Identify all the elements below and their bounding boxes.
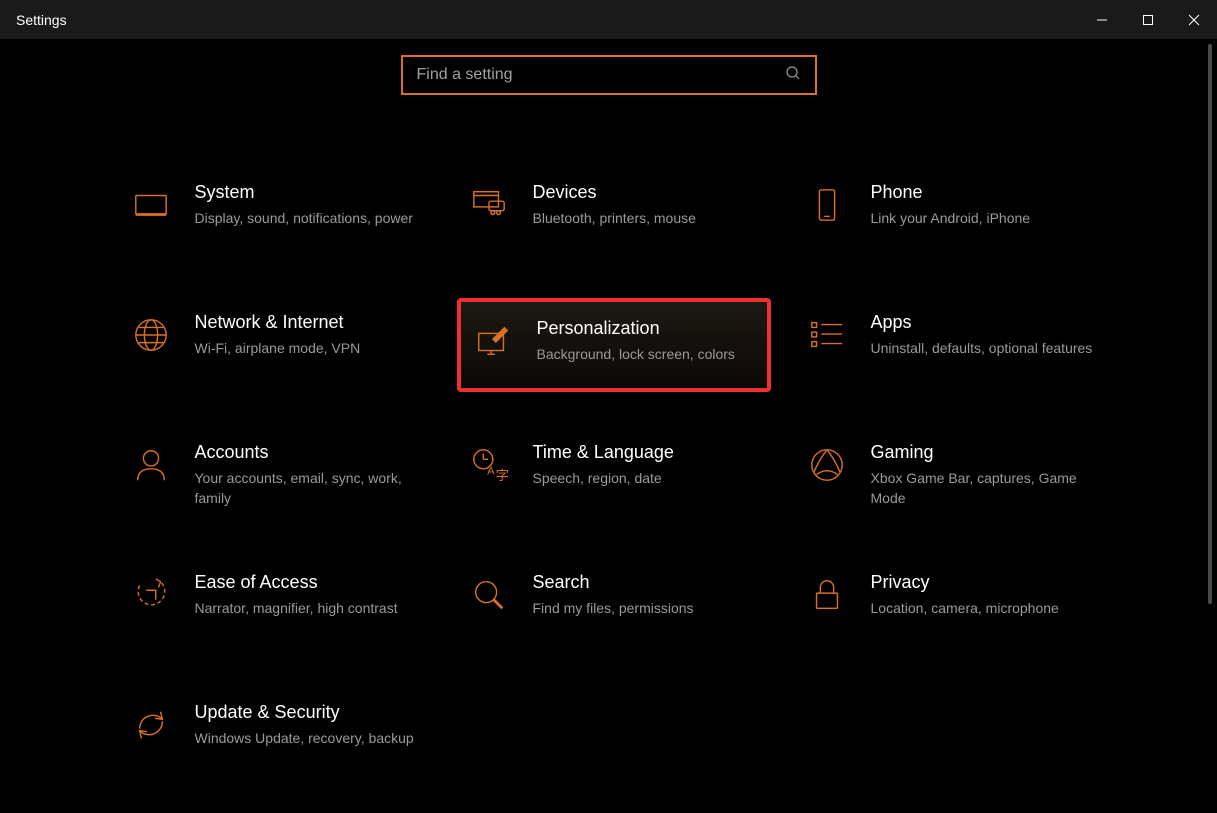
tile-desc: Background, lock screen, colors bbox=[537, 345, 757, 365]
tile-title: Network & Internet bbox=[195, 312, 423, 333]
close-button[interactable] bbox=[1171, 0, 1217, 40]
privacy-icon bbox=[805, 572, 849, 638]
svg-text:A: A bbox=[487, 466, 495, 478]
tile-desc: Find my files, permissions bbox=[533, 599, 761, 619]
accounts-icon bbox=[129, 442, 173, 508]
update-icon bbox=[129, 702, 173, 768]
tile-network[interactable]: Network & Internet Wi-Fi, airplane mode,… bbox=[121, 300, 431, 390]
tile-apps[interactable]: Apps Uninstall, defaults, optional featu… bbox=[797, 300, 1107, 390]
tile-title: Update & Security bbox=[195, 702, 423, 723]
search-icon bbox=[785, 65, 801, 86]
scrollbar-thumb[interactable] bbox=[1208, 44, 1212, 604]
tile-title: Search bbox=[533, 572, 761, 593]
tile-desc: Narrator, magnifier, high contrast bbox=[195, 599, 423, 619]
tile-search[interactable]: Search Find my files, permissions bbox=[459, 560, 769, 650]
tile-title: Personalization bbox=[537, 318, 757, 339]
minimize-button[interactable] bbox=[1079, 0, 1125, 40]
tile-desc: Display, sound, notifications, power bbox=[195, 209, 423, 229]
tile-desc: Uninstall, defaults, optional features bbox=[871, 339, 1099, 359]
tile-title: Apps bbox=[871, 312, 1099, 333]
tile-ease-of-access[interactable]: Ease of Access Narrator, magnifier, high… bbox=[121, 560, 431, 650]
time-language-icon: A字 bbox=[467, 442, 511, 508]
tile-personalization[interactable]: Personalization Background, lock screen,… bbox=[459, 300, 769, 390]
window-controls bbox=[1079, 0, 1217, 39]
tile-title: Gaming bbox=[871, 442, 1099, 463]
tile-accounts[interactable]: Accounts Your accounts, email, sync, wor… bbox=[121, 430, 431, 520]
ease-of-access-icon bbox=[129, 572, 173, 638]
tile-phone[interactable]: Phone Link your Android, iPhone bbox=[797, 170, 1107, 260]
tile-time-language[interactable]: A字 Time & Language Speech, region, date bbox=[459, 430, 769, 520]
apps-icon bbox=[805, 312, 849, 378]
tile-privacy[interactable]: Privacy Location, camera, microphone bbox=[797, 560, 1107, 650]
settings-grid: System Display, sound, notifications, po… bbox=[0, 170, 1217, 780]
tile-devices[interactable]: Devices Bluetooth, printers, mouse bbox=[459, 170, 769, 260]
tile-title: Phone bbox=[871, 182, 1099, 203]
search-box[interactable] bbox=[401, 55, 817, 95]
search-input[interactable] bbox=[417, 66, 785, 84]
close-icon bbox=[1188, 14, 1200, 26]
tile-system[interactable]: System Display, sound, notifications, po… bbox=[121, 170, 431, 260]
content-area: System Display, sound, notifications, po… bbox=[0, 40, 1217, 813]
tile-title: Devices bbox=[533, 182, 761, 203]
system-icon bbox=[129, 182, 173, 248]
personalization-icon bbox=[471, 318, 515, 372]
phone-icon bbox=[805, 182, 849, 248]
tile-title: System bbox=[195, 182, 423, 203]
tile-title: Ease of Access bbox=[195, 572, 423, 593]
tile-title: Accounts bbox=[195, 442, 423, 463]
tile-desc: Link your Android, iPhone bbox=[871, 209, 1099, 229]
tile-title: Privacy bbox=[871, 572, 1099, 593]
devices-icon bbox=[467, 182, 511, 248]
search-tile-icon bbox=[467, 572, 511, 638]
maximize-button[interactable] bbox=[1125, 0, 1171, 40]
tile-desc: Location, camera, microphone bbox=[871, 599, 1099, 619]
minimize-icon bbox=[1096, 14, 1108, 26]
tile-desc: Wi-Fi, airplane mode, VPN bbox=[195, 339, 423, 359]
scrollbar[interactable] bbox=[1205, 44, 1215, 644]
window-title: Settings bbox=[16, 12, 67, 28]
globe-icon bbox=[129, 312, 173, 378]
maximize-icon bbox=[1142, 14, 1154, 26]
tile-update-security[interactable]: Update & Security Windows Update, recove… bbox=[121, 690, 431, 780]
titlebar: Settings bbox=[0, 0, 1217, 40]
tile-desc: Windows Update, recovery, backup bbox=[195, 729, 423, 749]
tile-desc: Your accounts, email, sync, work, family bbox=[195, 469, 423, 508]
search-container bbox=[0, 55, 1217, 95]
tile-desc: Xbox Game Bar, captures, Game Mode bbox=[871, 469, 1099, 508]
gaming-icon bbox=[805, 442, 849, 508]
tile-desc: Speech, region, date bbox=[533, 469, 761, 489]
svg-text:字: 字 bbox=[495, 468, 507, 483]
tile-title: Time & Language bbox=[533, 442, 761, 463]
tile-gaming[interactable]: Gaming Xbox Game Bar, captures, Game Mod… bbox=[797, 430, 1107, 520]
tile-desc: Bluetooth, printers, mouse bbox=[533, 209, 761, 229]
